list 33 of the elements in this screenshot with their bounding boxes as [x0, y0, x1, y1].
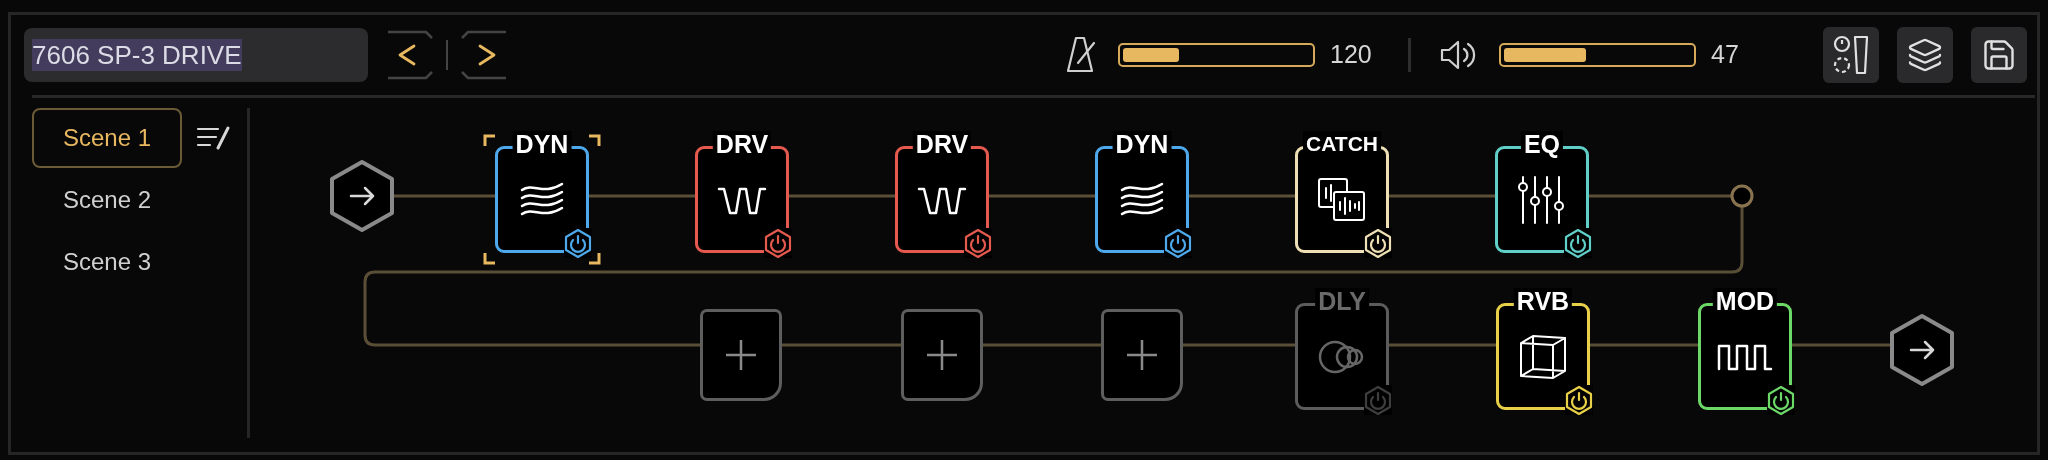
edit-list-icon [196, 125, 232, 151]
power-icon[interactable] [1767, 385, 1795, 415]
power-icon[interactable] [564, 228, 592, 258]
controller-button[interactable] [1823, 27, 1879, 83]
scene-item[interactable]: Scene 3 [32, 232, 182, 292]
knob-pedal-icon [1831, 33, 1871, 77]
plus-icon [724, 338, 758, 372]
preset-name: 7606 SP-3 DRIVE [32, 39, 242, 71]
metronome-icon [1066, 35, 1096, 75]
layers-button[interactable] [1897, 27, 1953, 83]
scene-item[interactable]: Scene 2 [32, 170, 182, 230]
power-icon[interactable] [1564, 228, 1592, 258]
tempo-value: 120 [1330, 39, 1373, 71]
layers-icon [1907, 37, 1943, 73]
volume-value: 47 [1711, 39, 1740, 71]
save-icon [1981, 37, 2017, 73]
empty-slot[interactable] [1101, 309, 1183, 401]
scene-item[interactable]: Scene 1 [32, 108, 182, 168]
squares-icon [1316, 175, 1368, 224]
preset-name-field[interactable]: 7606 SP-3 DRIVE [24, 28, 368, 82]
empty-slot[interactable] [901, 309, 983, 401]
save-button[interactable] [1971, 27, 2027, 83]
cube-icon [1517, 332, 1569, 381]
plus-icon [925, 338, 959, 372]
split-node[interactable] [1730, 184, 1754, 208]
io-node[interactable] [329, 159, 395, 233]
slider-track[interactable] [1499, 43, 1696, 67]
slider-track[interactable] [1118, 43, 1315, 67]
io-node[interactable] [1889, 313, 1955, 387]
plus-icon [1125, 338, 1159, 372]
empty-slot[interactable] [700, 309, 782, 401]
power-icon[interactable] [1164, 228, 1192, 258]
block-label: EQ [1520, 131, 1564, 157]
